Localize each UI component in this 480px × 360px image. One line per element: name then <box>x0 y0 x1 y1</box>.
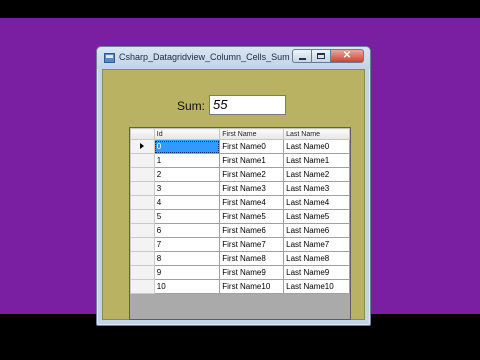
cell-last-name[interactable]: Last Name10 <box>283 279 350 294</box>
cell-id[interactable]: 8 <box>153 251 221 266</box>
cell-last-name[interactable]: Last Name0 <box>283 139 350 154</box>
cell-id[interactable]: 5 <box>153 209 221 224</box>
cell-id[interactable]: 10 <box>153 279 221 294</box>
row-header-cell[interactable] <box>130 139 155 154</box>
cell-first-name[interactable]: First Name9 <box>219 265 285 280</box>
cell-first-name[interactable]: First Name6 <box>219 223 285 238</box>
cell-last-name[interactable]: Last Name3 <box>283 181 350 196</box>
cell-id[interactable]: 3 <box>153 181 221 196</box>
cell-last-name[interactable]: Last Name4 <box>283 195 350 210</box>
cell-first-name[interactable]: First Name1 <box>219 153 285 168</box>
cell-id[interactable]: 0 <box>153 139 221 154</box>
window-title: Csharp_Datagridview_Column_Cells_Sum <box>119 52 290 62</box>
cell-last-name[interactable]: Last Name5 <box>283 209 350 224</box>
table-row[interactable]: 9 First Name9 Last Name9 <box>130 265 350 280</box>
table-row[interactable]: 4 First Name4 Last Name4 <box>130 195 350 210</box>
maximize-icon <box>317 53 325 59</box>
row-header-cell[interactable] <box>130 153 155 168</box>
table-row[interactable]: 0 First Name0 Last Name0 <box>130 139 350 154</box>
title-bar[interactable]: Csharp_Datagridview_Column_Cells_Sum ✕ <box>97 47 370 69</box>
minimize-icon <box>298 57 306 60</box>
cell-last-name[interactable]: Last Name7 <box>283 237 350 252</box>
cell-last-name[interactable]: Last Name6 <box>283 223 350 238</box>
current-row-arrow-icon <box>140 143 145 149</box>
row-header-cell[interactable] <box>130 251 155 266</box>
cell-last-name[interactable]: Last Name9 <box>283 265 350 280</box>
table-row[interactable]: 10 First Name10 Last Name10 <box>130 279 350 294</box>
minimize-button[interactable] <box>292 49 311 63</box>
row-header-cell[interactable] <box>130 195 155 210</box>
table-row[interactable]: 1 First Name1 Last Name1 <box>130 153 350 168</box>
cell-last-name[interactable]: Last Name8 <box>283 251 350 266</box>
column-header-last-name[interactable]: Last Name <box>283 128 350 140</box>
cell-last-name[interactable]: Last Name2 <box>283 167 350 182</box>
cell-id[interactable]: 6 <box>153 223 221 238</box>
table-row[interactable]: 2 First Name2 Last Name2 <box>130 167 350 182</box>
cell-id[interactable]: 2 <box>153 167 221 182</box>
row-header-cell[interactable] <box>130 223 155 238</box>
table-row[interactable]: 8 First Name8 Last Name8 <box>130 251 350 266</box>
row-header-cell[interactable] <box>130 237 155 252</box>
column-header-row: Id First Name Last Name <box>130 128 350 140</box>
cell-first-name[interactable]: First Name7 <box>219 237 285 252</box>
row-header-cell[interactable] <box>130 209 155 224</box>
close-button[interactable]: ✕ <box>330 49 364 63</box>
maximize-button[interactable] <box>311 49 330 63</box>
cell-first-name[interactable]: First Name5 <box>219 209 285 224</box>
grid-body: 0 First Name0 Last Name0 1 First Name1 Last N… <box>130 139 350 294</box>
sum-textbox[interactable]: 55 <box>209 95 286 115</box>
desktop-background: Csharp_Datagridview_Column_Cells_Sum ✕ S… <box>0 18 480 326</box>
sum-label: Sum: <box>177 99 206 113</box>
cell-first-name[interactable]: First Name2 <box>219 167 285 182</box>
table-row[interactable]: 6 First Name6 Last Name6 <box>130 223 350 238</box>
cell-first-name[interactable]: First Name0 <box>219 139 285 154</box>
app-icon <box>104 53 115 63</box>
table-row[interactable]: 5 First Name5 Last Name5 <box>130 209 350 224</box>
window-controls: ✕ <box>292 49 364 63</box>
form-client-area: Sum: 55 Id First Name Last Name 0 First N… <box>102 69 365 320</box>
cell-first-name[interactable]: First Name4 <box>219 195 285 210</box>
data-grid-table: Id First Name Last Name 0 First Name0 Last… <box>130 128 350 294</box>
cell-id[interactable]: 4 <box>153 195 221 210</box>
cell-id[interactable]: 7 <box>153 237 221 252</box>
row-header-cell[interactable] <box>130 167 155 182</box>
cell-first-name[interactable]: First Name3 <box>219 181 285 196</box>
row-header-cell[interactable] <box>130 265 155 280</box>
cell-last-name[interactable]: Last Name1 <box>283 153 350 168</box>
table-row[interactable]: 3 First Name3 Last Name3 <box>130 181 350 196</box>
top-left-header-cell[interactable] <box>130 128 155 140</box>
row-header-cell[interactable] <box>130 181 155 196</box>
column-header-first-name[interactable]: First Name <box>219 128 285 140</box>
cell-first-name[interactable]: First Name8 <box>219 251 285 266</box>
cell-id[interactable]: 1 <box>153 153 221 168</box>
data-grid-view[interactable]: Id First Name Last Name 0 First Name0 Last… <box>129 127 351 320</box>
cell-id[interactable]: 9 <box>153 265 221 280</box>
app-window[interactable]: Csharp_Datagridview_Column_Cells_Sum ✕ S… <box>96 46 371 326</box>
table-row[interactable]: 7 First Name7 Last Name7 <box>130 237 350 252</box>
row-header-cell[interactable] <box>130 279 155 294</box>
column-header-id[interactable]: Id <box>153 128 221 140</box>
cell-first-name[interactable]: First Name10 <box>219 279 285 294</box>
close-icon: ✕ <box>342 50 352 61</box>
